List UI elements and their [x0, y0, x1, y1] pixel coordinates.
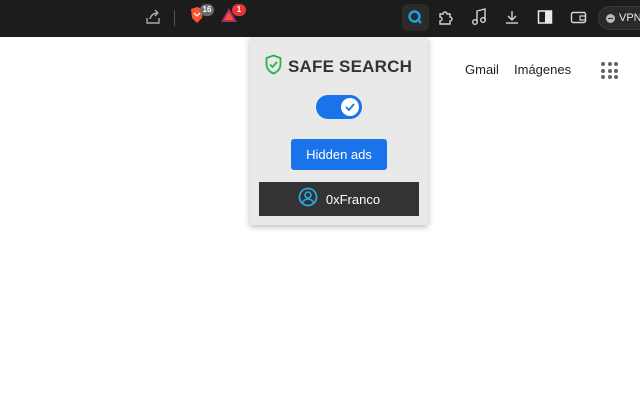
brave-shield-button[interactable]: 16 [186, 4, 214, 28]
safe-search-extension-icon[interactable] [404, 6, 426, 28]
toggle-knob [341, 98, 359, 116]
checkmark-icon [345, 103, 355, 111]
vpn-button[interactable]: VPN [598, 6, 640, 30]
safe-search-toggle[interactable] [316, 95, 362, 119]
shield-check-icon [264, 54, 283, 80]
user-avatar-icon [298, 187, 318, 212]
user-account-bar[interactable]: 0xFranco [259, 182, 419, 216]
extensions-puzzle-icon[interactable] [435, 6, 457, 28]
shield-count-badge: 16 [200, 4, 214, 16]
download-icon[interactable] [501, 6, 523, 28]
popup-title: SAFE SEARCH [288, 57, 413, 76]
brave-rewards-button[interactable]: 1 [218, 4, 246, 28]
sidebar-icon[interactable] [534, 6, 556, 28]
music-icon[interactable] [468, 6, 490, 28]
vpn-status-icon [606, 13, 615, 23]
username-label: 0xFranco [325, 191, 381, 207]
hidden-ads-button[interactable]: Hidden ads [291, 139, 387, 170]
toolbar-divider [174, 10, 175, 26]
share-icon[interactable] [142, 6, 164, 28]
wallet-icon[interactable] [567, 6, 589, 28]
rewards-count-badge: 1 [232, 4, 246, 16]
popup-header: SAFE SEARCH [264, 54, 412, 80]
gmail-link[interactable]: Gmail [465, 62, 499, 77]
safe-search-popup: SAFE SEARCH Hidden ads 0xFranco [250, 37, 428, 225]
images-link[interactable]: Imágenes [514, 62, 571, 77]
vpn-label: VPN [619, 12, 640, 24]
browser-toolbar: 16 1 VPN [0, 0, 640, 37]
google-apps-icon[interactable] [601, 62, 618, 79]
